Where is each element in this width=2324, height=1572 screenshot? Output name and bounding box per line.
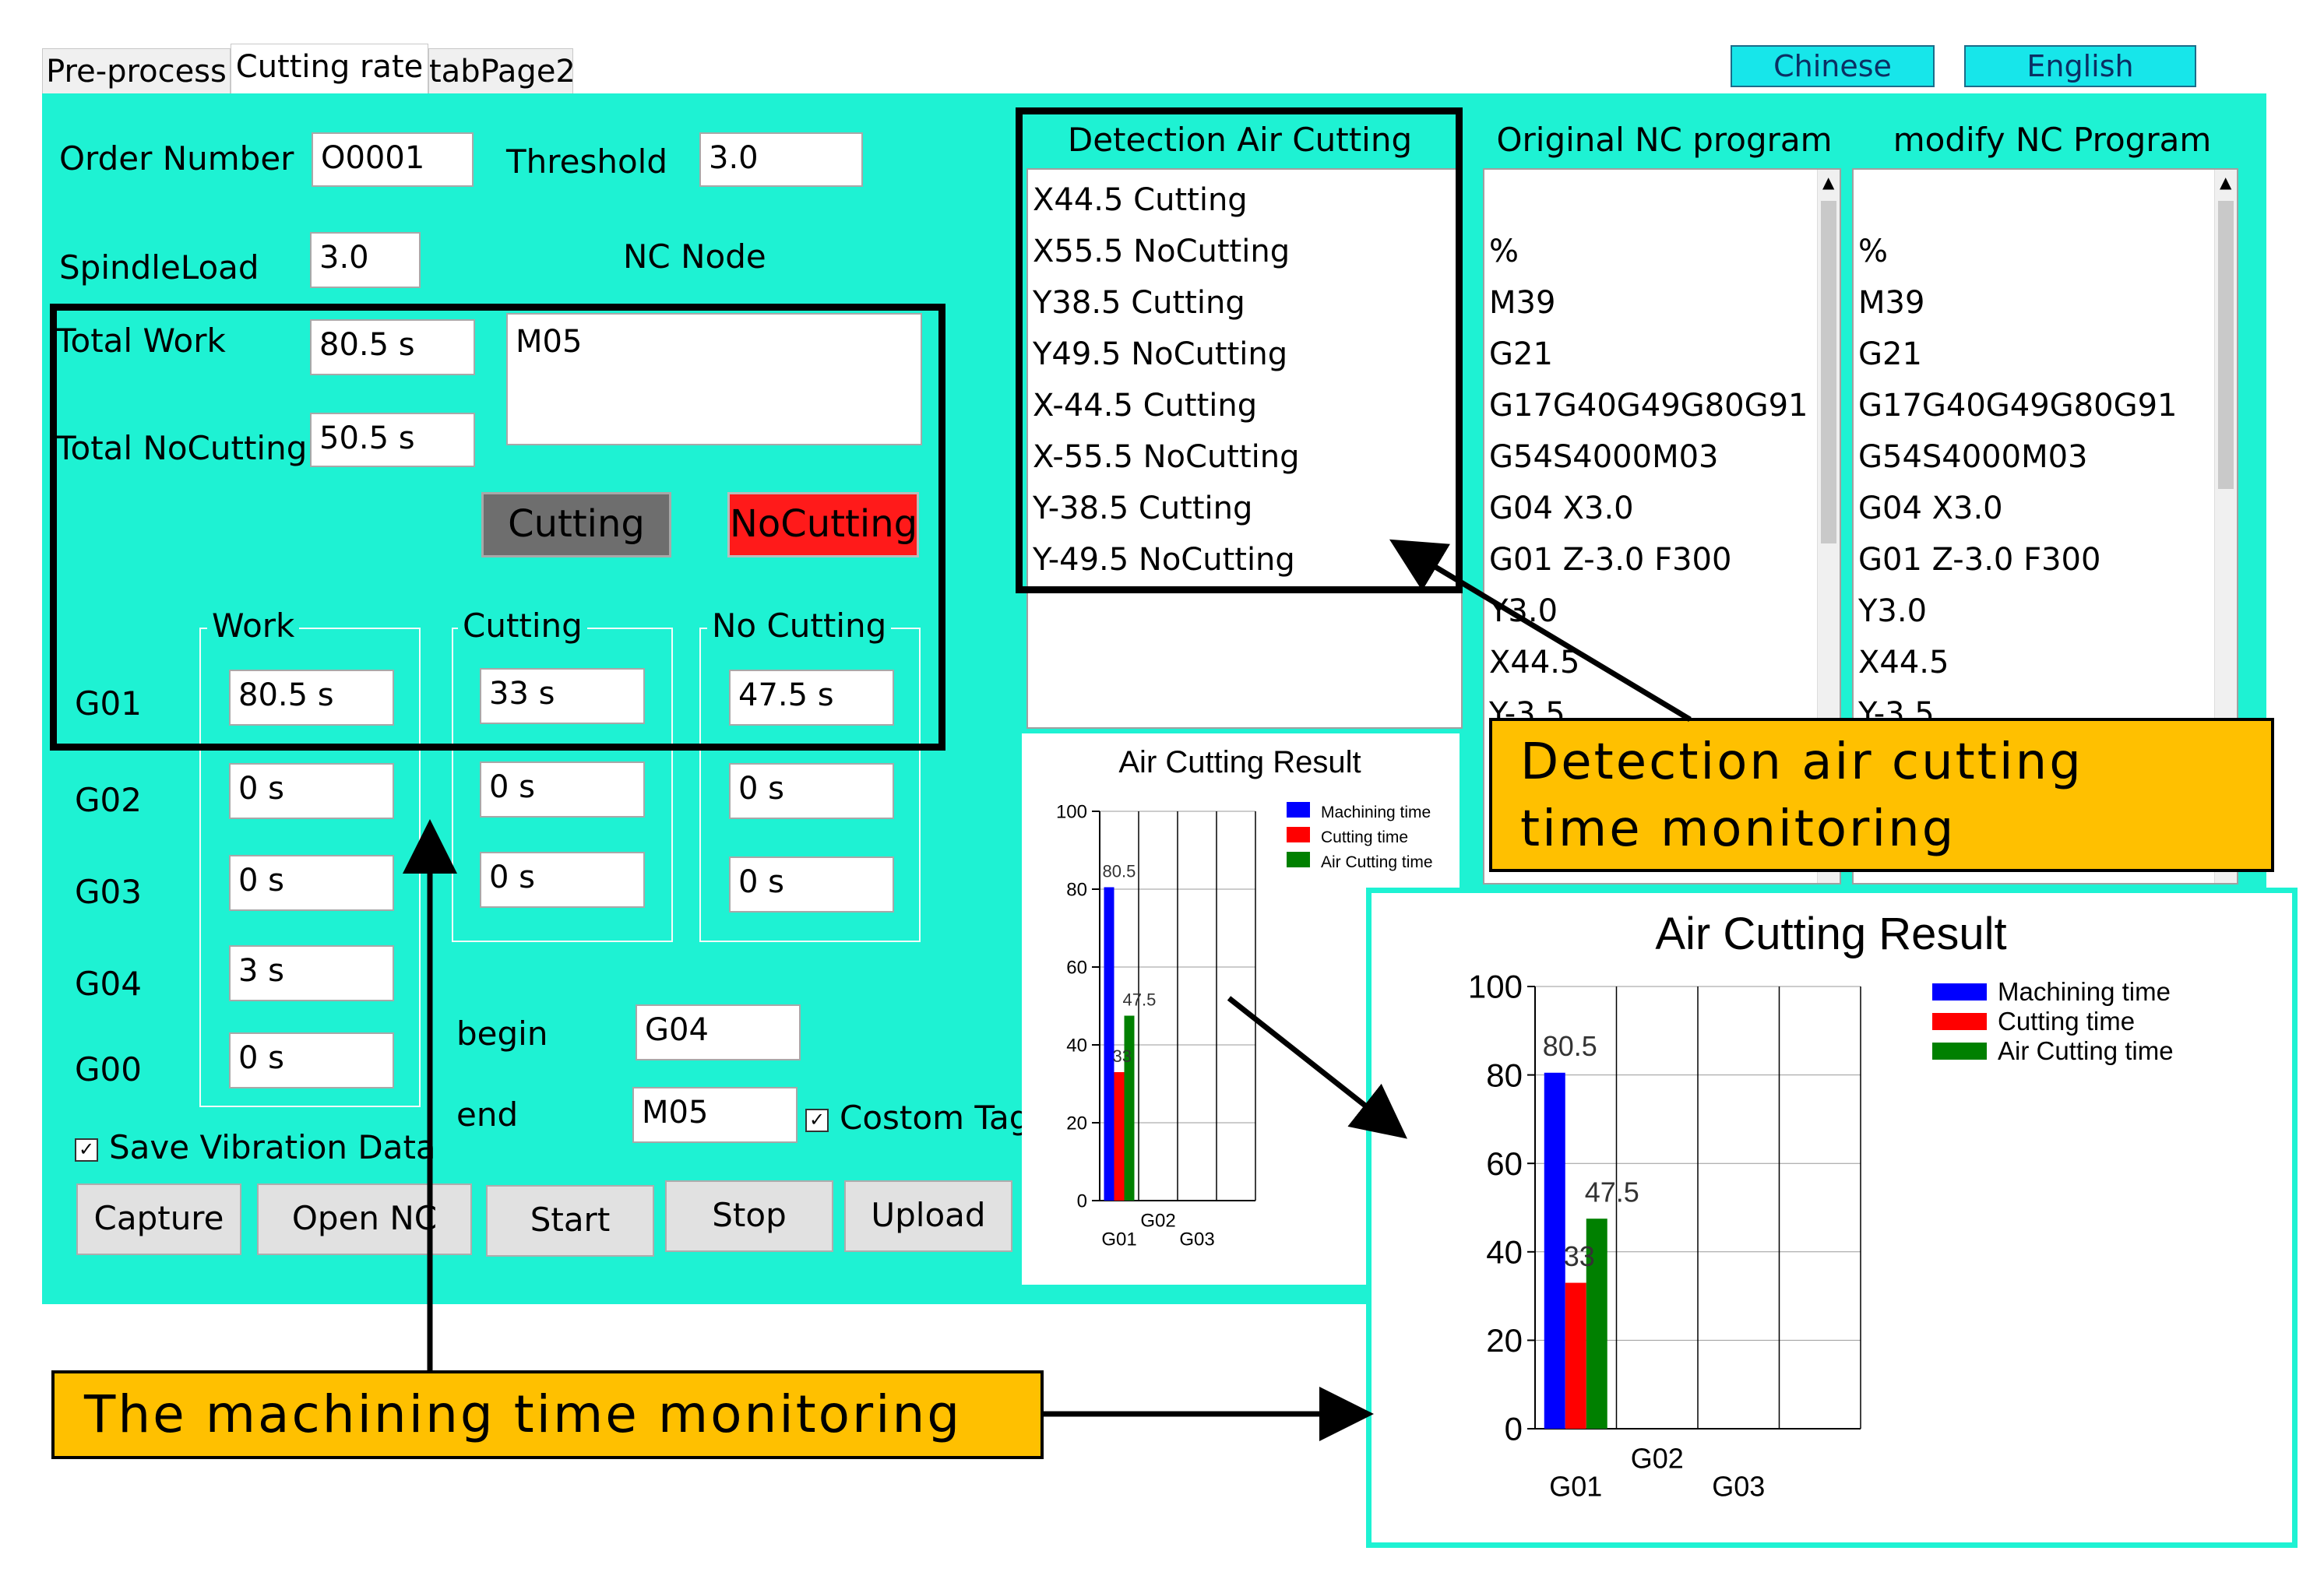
- annotation-arrows: [403, 539, 1692, 1441]
- arrow-chart-zoom: [1227, 996, 1407, 1139]
- arrow-to-detection-list: [1389, 539, 1692, 723]
